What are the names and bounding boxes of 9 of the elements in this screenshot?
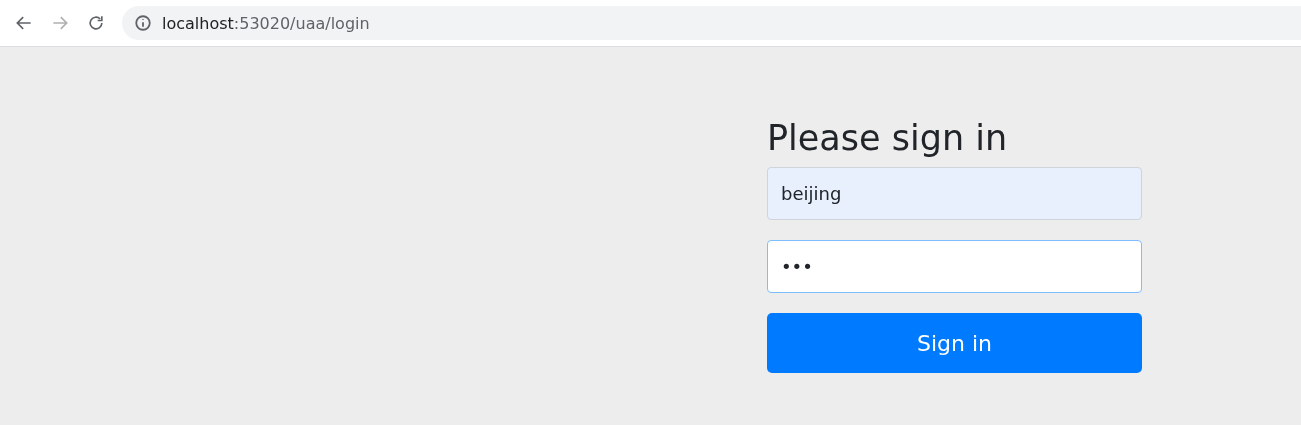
reload-icon bbox=[86, 13, 106, 33]
url-path: :53020/uaa/login bbox=[233, 13, 370, 33]
password-field[interactable]: ••• bbox=[767, 240, 1142, 293]
username-field[interactable]: beijing bbox=[767, 167, 1142, 220]
url-host: localhost bbox=[162, 13, 234, 33]
address-bar[interactable]: localhost:53020/uaa/login bbox=[122, 6, 1301, 40]
info-icon bbox=[134, 14, 152, 32]
form-heading: Please sign in bbox=[767, 117, 1009, 159]
sign-in-button[interactable]: Sign in bbox=[767, 313, 1142, 373]
